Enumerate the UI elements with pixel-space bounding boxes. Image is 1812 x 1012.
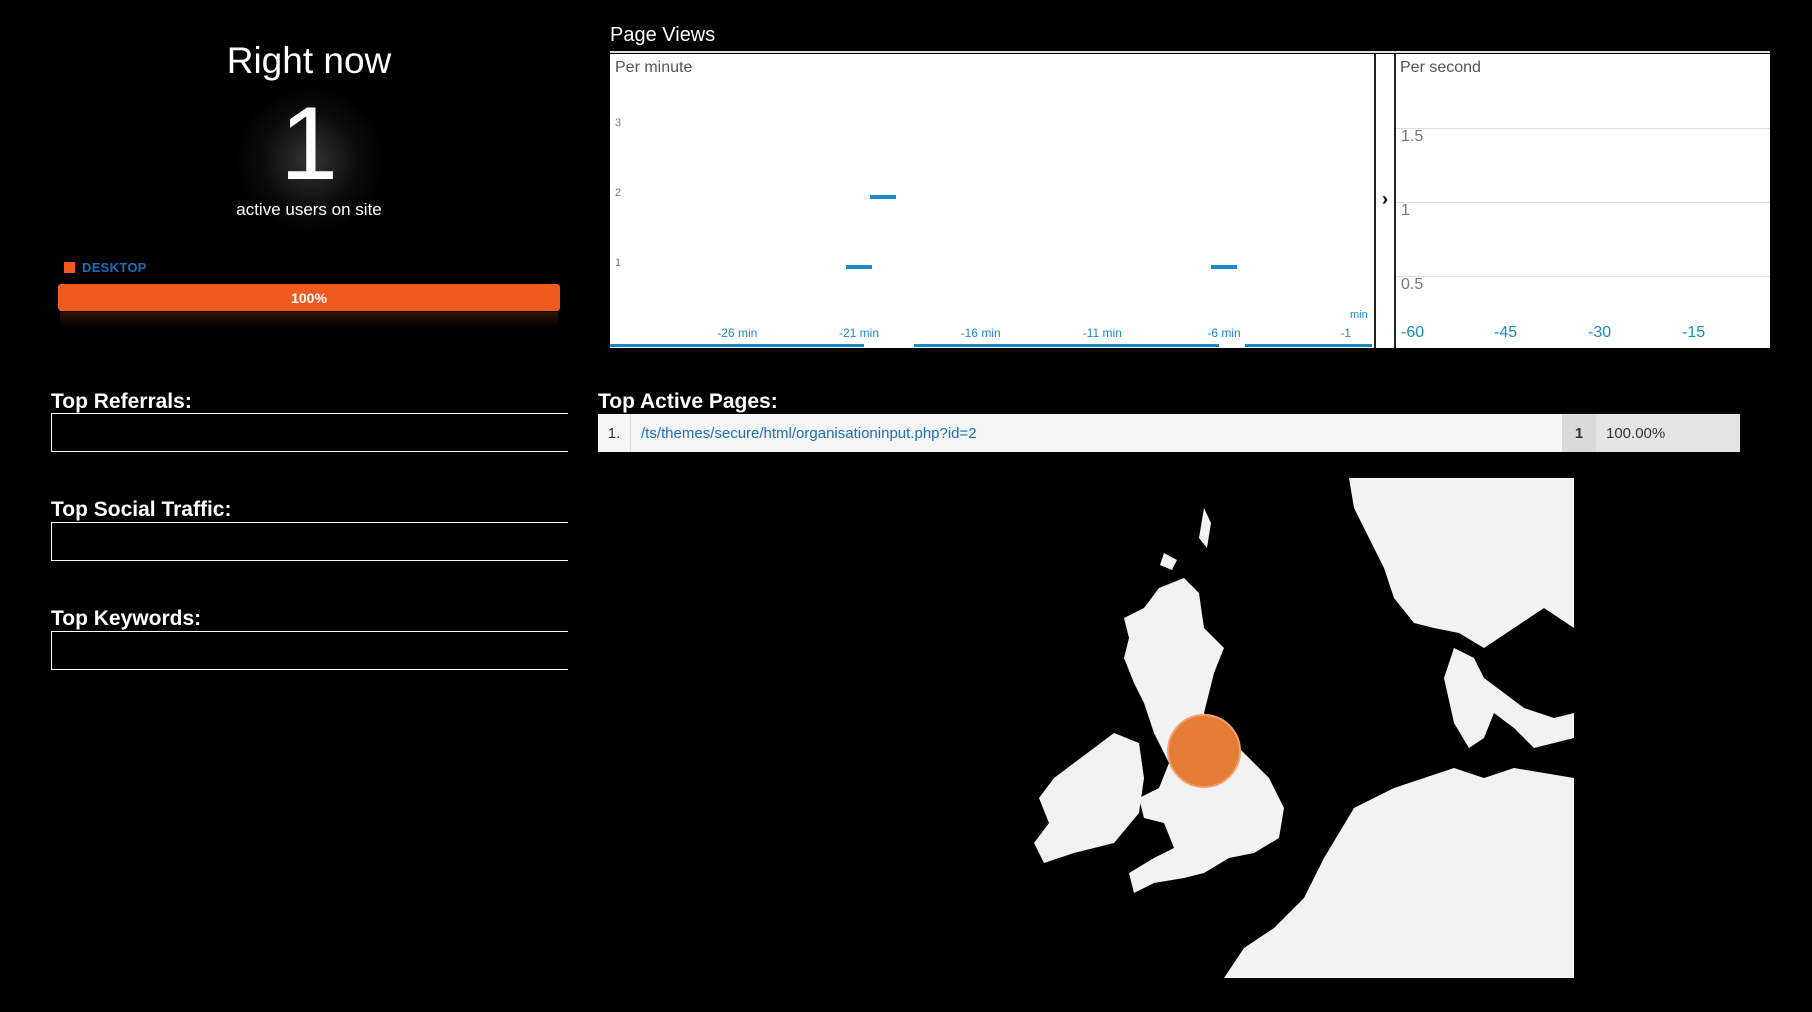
active-users-count: 1 — [280, 86, 338, 202]
y-tick-label: 3 — [615, 117, 622, 129]
top-active-pages-title: Top Active Pages: — [598, 390, 778, 413]
top-referrals-table — [51, 413, 568, 452]
y-tick-label: 1.5 — [1401, 128, 1424, 145]
bar — [870, 195, 897, 199]
per-minute-label: Per minute — [615, 59, 693, 76]
active-page-percent: 100.00% — [1596, 414, 1740, 452]
top-social-title: Top Social Traffic: — [51, 498, 232, 521]
expand-chevron-icon[interactable]: › — [1375, 189, 1395, 210]
x-tick-label: -11 min — [1082, 326, 1122, 340]
desktop-bar-label: 100% — [291, 289, 327, 306]
x-tick-label: -30 — [1588, 324, 1612, 341]
right-now-title: Right now — [226, 40, 392, 81]
y-tick-label: 2 — [615, 187, 622, 199]
page-views-title: Page Views — [610, 24, 716, 46]
bar — [1211, 265, 1237, 269]
europe-landmass — [1444, 648, 1574, 748]
active-users-label: active users on site — [236, 200, 382, 219]
gridline — [1396, 276, 1770, 277]
x-tick-label: -45 — [1494, 324, 1518, 341]
ireland-landmass — [1034, 733, 1144, 863]
x-tick-label: -16 min — [960, 326, 1001, 340]
gridline — [1396, 202, 1770, 203]
x-axis-segment — [1245, 344, 1372, 347]
shetland-islands — [1199, 508, 1211, 548]
visitor-map[interactable] — [1014, 478, 1574, 978]
y-tick-label: 0.5 — [1401, 276, 1424, 293]
x-axis-segment — [610, 344, 864, 347]
top-keywords-title: Top Keywords: — [51, 607, 202, 630]
active-page-rank: 1. — [598, 414, 631, 452]
per-second-chart[interactable] — [1396, 54, 1770, 348]
x-tick-label: -15 — [1682, 324, 1706, 341]
device-legend-label: DESKTOP — [82, 260, 147, 275]
desktop-swatch-icon — [64, 262, 75, 273]
top-social-table — [51, 522, 568, 561]
x-tick-label: -26 min — [717, 326, 758, 340]
x-unit-label: min — [1350, 309, 1368, 321]
visitor-location-marker[interactable] — [1167, 714, 1241, 788]
y-tick-label: 1 — [1401, 202, 1410, 219]
x-axis-segment — [914, 344, 1219, 347]
device-legend[interactable]: DESKTOP — [64, 260, 147, 275]
page-views-rule — [610, 51, 1770, 53]
active-page-link[interactable]: /ts/themes/secure/html/organisationinput… — [631, 414, 1562, 452]
device-breakdown-bar[interactable]: 100% — [58, 284, 560, 311]
active-page-count: 1 — [1562, 414, 1596, 452]
x-tick-label: -60 — [1401, 324, 1425, 341]
norway-landmass — [1349, 478, 1574, 648]
x-tick-label: -6 min — [1207, 326, 1241, 340]
per-second-label: Per second — [1400, 59, 1481, 76]
orkney-islands — [1160, 553, 1177, 570]
desktop-bar-fill: 100% — [58, 284, 560, 311]
per-minute-chart[interactable] — [610, 54, 1375, 348]
top-keywords-table — [51, 631, 568, 670]
x-tick-label: -21 min — [838, 326, 879, 340]
bar — [846, 265, 872, 269]
top-referrals-title: Top Referrals: — [51, 390, 192, 413]
y-tick-label: 1 — [615, 257, 622, 269]
device-bar-shadow — [60, 312, 558, 326]
map-svg — [1034, 478, 1574, 978]
table-row[interactable]: 1. /ts/themes/secure/html/organisationin… — [598, 414, 1740, 452]
gridline — [1396, 128, 1770, 129]
